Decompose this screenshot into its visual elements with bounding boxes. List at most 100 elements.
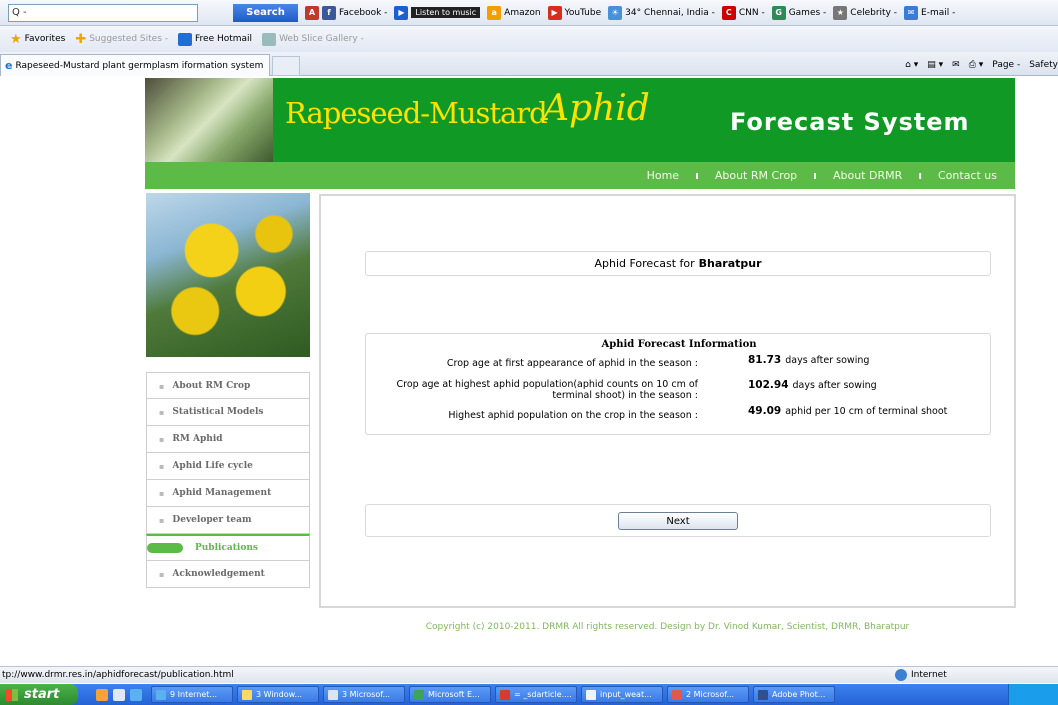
command-bar: ⌂ ▾ ▤ ▾ ✉ ⎙ ▾ Page - Safety xyxy=(896,56,1058,74)
site-header: Rapeseed-Mustard Aphid Forecast System xyxy=(145,78,1015,162)
next-box: Next xyxy=(365,504,991,537)
search-button[interactable]: Search xyxy=(233,3,298,22)
next-button[interactable]: Next xyxy=(618,512,738,530)
fav-web-slice-gallery[interactable]: Web Slice Gallery - xyxy=(262,32,364,46)
browser-toolbar: Q - Search Af Facebook - ▶ Listen to music… xyxy=(0,0,1058,26)
taskbar-button[interactable]: input_weat... xyxy=(581,686,663,703)
star-icon: ★ xyxy=(10,31,22,47)
sidebar-item-statistical-models[interactable]: ▪ Statistical Models xyxy=(146,399,310,426)
bullet-icon: ▪ xyxy=(159,407,165,417)
windows-logo-icon xyxy=(6,688,18,701)
weather-icon: ☀ xyxy=(608,5,623,20)
start-button[interactable]: start xyxy=(0,684,78,705)
info-label: Highest aphid population on the crop in … xyxy=(448,410,698,421)
photoshop-icon xyxy=(758,689,768,700)
toolbar-youtube[interactable]: ▶ YouTube xyxy=(547,5,601,20)
sidebar-item-publications[interactable]: Publications xyxy=(146,534,310,561)
globe-icon xyxy=(895,669,907,681)
toolbar-amazon[interactable]: a Amazon xyxy=(487,5,541,20)
taskbar-button[interactable]: 3 Window... xyxy=(237,686,319,703)
main-nav: Home ı About RM Crop ı About DRMR ı Contact… xyxy=(145,162,1015,189)
nav-separator: ı xyxy=(918,169,922,182)
taskbar-button[interactable]: 2 Microsof... xyxy=(667,686,749,703)
toolbar-music[interactable]: ▶ Listen to music xyxy=(394,5,481,20)
nav-separator: ı xyxy=(695,169,699,182)
status-bar: tp://www.drmr.res.in/aphidforecast/publi… xyxy=(0,666,1058,683)
favorites-bar: ★ Favorites ✚ Suggested Sites - Free Hotma… xyxy=(0,26,1058,52)
active-indicator xyxy=(147,543,183,553)
powerpoint-icon xyxy=(672,689,682,700)
taskbar-button[interactable]: Adobe Phot... xyxy=(753,686,835,703)
bullet-icon: ▪ xyxy=(159,515,165,525)
forecast-title-label: Aphid Forecast for xyxy=(594,257,695,270)
print-icon[interactable]: ⎙ ▾ xyxy=(969,60,984,70)
bullet-icon: ▪ xyxy=(159,488,165,498)
cnn-icon: C xyxy=(721,5,736,20)
search-input[interactable]: Q - xyxy=(8,3,198,22)
sidebar-item-developer-team[interactable]: ▪ Developer team xyxy=(146,507,310,534)
nav-about-rm-crop[interactable]: About RM Crop xyxy=(715,169,797,182)
sidebar-menu: ▪ About RM Crop ▪ Statistical Models ▪ RM A… xyxy=(146,372,310,588)
logo-forecast-system: Forecast System xyxy=(730,108,970,136)
play-icon: ▶ xyxy=(394,5,409,20)
page-menu[interactable]: Page - xyxy=(992,60,1020,70)
forecast-location: Bharatpur xyxy=(698,257,762,270)
system-tray[interactable] xyxy=(1008,684,1058,705)
nav-home[interactable]: Home xyxy=(647,169,679,182)
window-icon xyxy=(328,689,338,700)
new-tab-button[interactable] xyxy=(272,56,300,76)
security-zone: Internet xyxy=(895,668,947,682)
toolbar-celebrity[interactable]: ★ Celebrity - xyxy=(833,5,897,20)
ask-icon: A xyxy=(305,5,319,20)
copyright: Copyright (c) 2010-2011. DRMR All rights… xyxy=(425,622,910,632)
fav-suggested-sites[interactable]: ✚ Suggested Sites - xyxy=(75,32,168,47)
status-url: tp://www.drmr.res.in/aphidforecast/publi… xyxy=(2,670,234,680)
sidebar-item-aphid-management[interactable]: ▪ Aphid Management xyxy=(146,480,310,507)
ie-icon[interactable] xyxy=(130,688,142,701)
sidebar-item-rm-aphid[interactable]: ▪ RM Aphid xyxy=(146,426,310,453)
info-label: Crop age at highest aphid population(aph… xyxy=(396,379,699,401)
taskbar-button[interactable]: 3 Microsof... xyxy=(323,686,405,703)
desktop-icon[interactable] xyxy=(113,688,125,701)
info-value: 102.94 days after sowing xyxy=(748,379,877,391)
logo-rapeseed-mustard: Rapeseed-Mustard xyxy=(285,96,548,130)
outlook-icon[interactable] xyxy=(96,688,108,701)
taskbar-button[interactable]: 9 Internet... xyxy=(151,686,233,703)
quick-launch xyxy=(96,688,147,701)
sidebar-item-aphid-life-cycle[interactable]: ▪ Aphid Life cycle xyxy=(146,453,310,480)
info-label: Crop age at first appearance of aphid in… xyxy=(446,358,698,369)
toolbar-email[interactable]: ✉ E-mail - xyxy=(904,5,955,20)
document-icon xyxy=(586,689,596,700)
bullet-icon: ▪ xyxy=(159,461,165,471)
sidebar-item-acknowledgement[interactable]: ▪ Acknowledgement xyxy=(146,561,310,588)
toolbar-games[interactable]: G Games - xyxy=(771,5,826,20)
hotmail-icon xyxy=(178,32,193,46)
games-icon: G xyxy=(771,5,786,20)
amazon-icon: a xyxy=(487,5,502,20)
windows-taskbar: start 9 Internet... 3 Window... 3 Micros… xyxy=(0,684,1058,705)
forecast-info-box: Aphid Forecast Information Crop age at f… xyxy=(365,333,991,435)
toolbar-weather[interactable]: ☀ 34° Chennai, India - xyxy=(608,5,715,20)
safety-menu[interactable]: Safety xyxy=(1029,60,1058,70)
bullet-icon: ▪ xyxy=(159,569,165,579)
youtube-icon: ▶ xyxy=(547,5,562,20)
favorites-button[interactable]: ★ Favorites xyxy=(10,32,65,47)
feeds-icon[interactable]: ▤ ▾ xyxy=(927,60,943,70)
browser-tab[interactable]: e Rapeseed-Mustard plant germplasm iforma… xyxy=(0,54,270,76)
logo-aphid: Aphid xyxy=(543,88,650,129)
pdf-icon xyxy=(500,689,510,700)
nav-about-drmr[interactable]: About DRMR xyxy=(833,169,902,182)
toolbar-facebook[interactable]: Af Facebook - xyxy=(305,5,387,20)
tab-bar: e Rapeseed-Mustard plant germplasm iforma… xyxy=(0,52,1058,76)
nav-contact-us[interactable]: Contact us xyxy=(938,169,997,182)
home-icon[interactable]: ⌂ ▾ xyxy=(905,60,918,70)
taskbar-button[interactable]: Microsoft E... xyxy=(409,686,491,703)
toolbar-cnn[interactable]: C CNN - xyxy=(721,5,765,20)
fav-free-hotmail[interactable]: Free Hotmail xyxy=(178,32,252,46)
taskbar-button[interactable]: = _sdarticle.... xyxy=(495,686,577,703)
ie-icon: e xyxy=(5,59,13,72)
sidebar-item-about-rm-crop[interactable]: ▪ About RM Crop xyxy=(146,372,310,399)
add-favorite-icon: ✚ xyxy=(75,31,87,47)
mail-icon[interactable]: ✉ xyxy=(952,60,960,70)
nav-separator: ı xyxy=(813,169,817,182)
